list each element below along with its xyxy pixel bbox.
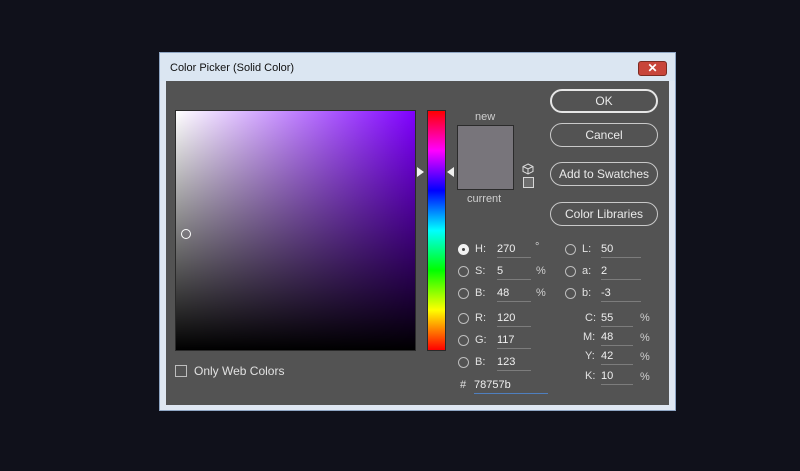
yellow-input[interactable]: 42 xyxy=(601,350,633,365)
b-channel-label: b: xyxy=(582,287,592,299)
b-channel-radio[interactable] xyxy=(565,288,576,299)
black-input[interactable]: 10 xyxy=(601,370,633,385)
red-radio[interactable] xyxy=(458,313,469,324)
saturation-unit: % xyxy=(536,265,546,277)
cyan-unit: % xyxy=(640,312,650,324)
lightness-input[interactable]: 50 xyxy=(601,243,641,258)
hex-label: # xyxy=(460,379,467,391)
lightness-radio[interactable] xyxy=(565,244,576,255)
hue-slider[interactable] xyxy=(427,110,446,351)
close-icon: ✕ xyxy=(647,61,658,75)
hue-unit: ° xyxy=(535,241,540,253)
swatch-current[interactable] xyxy=(458,158,513,189)
brightness-label: B: xyxy=(475,287,486,299)
saturation-input[interactable]: 5 xyxy=(497,265,531,280)
brightness-radio[interactable] xyxy=(458,288,469,299)
yellow-label: Y: xyxy=(585,350,595,362)
color-field[interactable] xyxy=(175,110,416,351)
red-label: R: xyxy=(475,312,486,324)
blue-radio[interactable] xyxy=(458,357,469,368)
swatch-new xyxy=(458,126,513,158)
magenta-unit: % xyxy=(640,332,650,344)
magenta-input[interactable]: 48 xyxy=(601,331,633,346)
green-input[interactable]: 117 xyxy=(497,334,531,349)
swatch-new-label: new xyxy=(475,111,496,123)
add-to-swatches-button[interactable]: Add to Swatches xyxy=(550,162,658,186)
web-safe-swatch-icon[interactable] xyxy=(523,177,534,188)
black-unit: % xyxy=(640,371,650,383)
black-label: K: xyxy=(585,370,596,382)
ok-button[interactable]: OK xyxy=(550,89,658,113)
swatch-current-label: current xyxy=(467,193,502,205)
saturation-label: S: xyxy=(475,265,486,277)
brightness-unit: % xyxy=(536,287,546,299)
a-channel-radio[interactable] xyxy=(565,266,576,277)
green-label: G: xyxy=(475,334,487,346)
only-web-colors-checkbox[interactable] xyxy=(175,365,187,377)
cancel-button[interactable]: Cancel xyxy=(550,123,658,147)
gamut-cube-icon[interactable] xyxy=(522,163,534,175)
green-radio[interactable] xyxy=(458,335,469,346)
blue-input[interactable]: 123 xyxy=(497,356,531,371)
hue-slider-right-arrow-icon[interactable] xyxy=(447,167,454,177)
brightness-input[interactable]: 48 xyxy=(497,287,531,302)
red-input[interactable]: 120 xyxy=(497,312,531,327)
hue-input[interactable]: 270 xyxy=(497,243,531,258)
b-channel-input[interactable]: -3 xyxy=(601,287,641,302)
cyan-label: C: xyxy=(585,312,596,324)
a-channel-label: a: xyxy=(582,265,592,277)
hue-slider-left-arrow-icon[interactable] xyxy=(417,167,424,177)
lightness-label: L: xyxy=(582,243,592,255)
hex-input[interactable]: 78757b xyxy=(474,379,548,394)
cyan-input[interactable]: 55 xyxy=(601,312,633,327)
color-field-marker[interactable] xyxy=(181,229,191,239)
only-web-colors-label[interactable]: Only Web Colors xyxy=(194,364,284,378)
magenta-label: M: xyxy=(583,331,596,343)
color-libraries-button[interactable]: Color Libraries xyxy=(550,202,658,226)
window-title: Color Picker (Solid Color) xyxy=(170,62,295,74)
a-channel-input[interactable]: 2 xyxy=(601,265,641,280)
hue-label: H: xyxy=(475,243,486,255)
yellow-unit: % xyxy=(640,351,650,363)
hue-radio[interactable] xyxy=(458,244,469,255)
saturation-radio[interactable] xyxy=(458,266,469,277)
blue-label: B: xyxy=(475,356,486,368)
close-button[interactable]: ✕ xyxy=(638,61,667,76)
